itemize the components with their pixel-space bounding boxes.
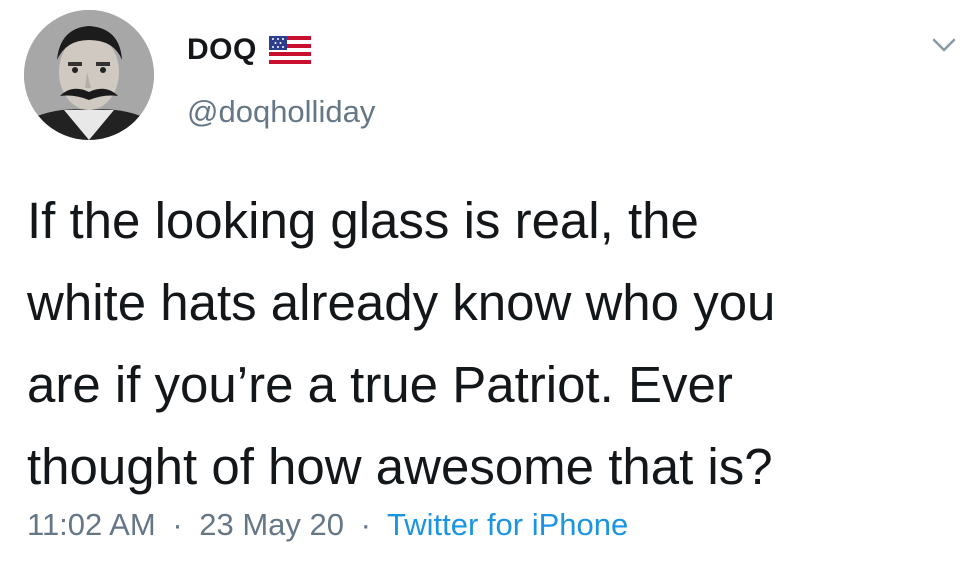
display-name[interactable]: DOQ xyxy=(187,30,257,70)
tweet-text-line: white hats already know who you xyxy=(27,274,776,331)
tweet-text-line: are if you’re a true Patriot. Ever xyxy=(27,356,733,413)
tweet-text: If the looking glass is real, the white … xyxy=(27,180,937,508)
tweet-meta: 11:02 AM · 23 May 20 · Twitter for iPhon… xyxy=(27,505,628,545)
tweet-source-link[interactable]: Twitter for iPhone xyxy=(387,507,628,542)
tweet-text-line: If the looking glass is real, the xyxy=(27,192,699,249)
avatar[interactable] xyxy=(24,10,154,140)
tweet-time[interactable]: 11:02 AM xyxy=(27,507,156,542)
tweet-card: DOQ @doqholliday If the looking glass is… xyxy=(0,0,960,569)
chevron-down-icon[interactable] xyxy=(930,34,958,56)
tweet-date[interactable]: 23 May 20 xyxy=(199,507,344,542)
user-handle[interactable]: @doqholliday xyxy=(187,92,375,132)
avatar-portrait-icon xyxy=(24,10,154,140)
tweet-text-line: thought of how awesome that is? xyxy=(27,438,773,495)
meta-separator: · xyxy=(360,507,371,542)
us-flag-icon xyxy=(268,36,311,64)
meta-separator: · xyxy=(172,507,183,542)
display-name-row: DOQ xyxy=(187,30,311,70)
